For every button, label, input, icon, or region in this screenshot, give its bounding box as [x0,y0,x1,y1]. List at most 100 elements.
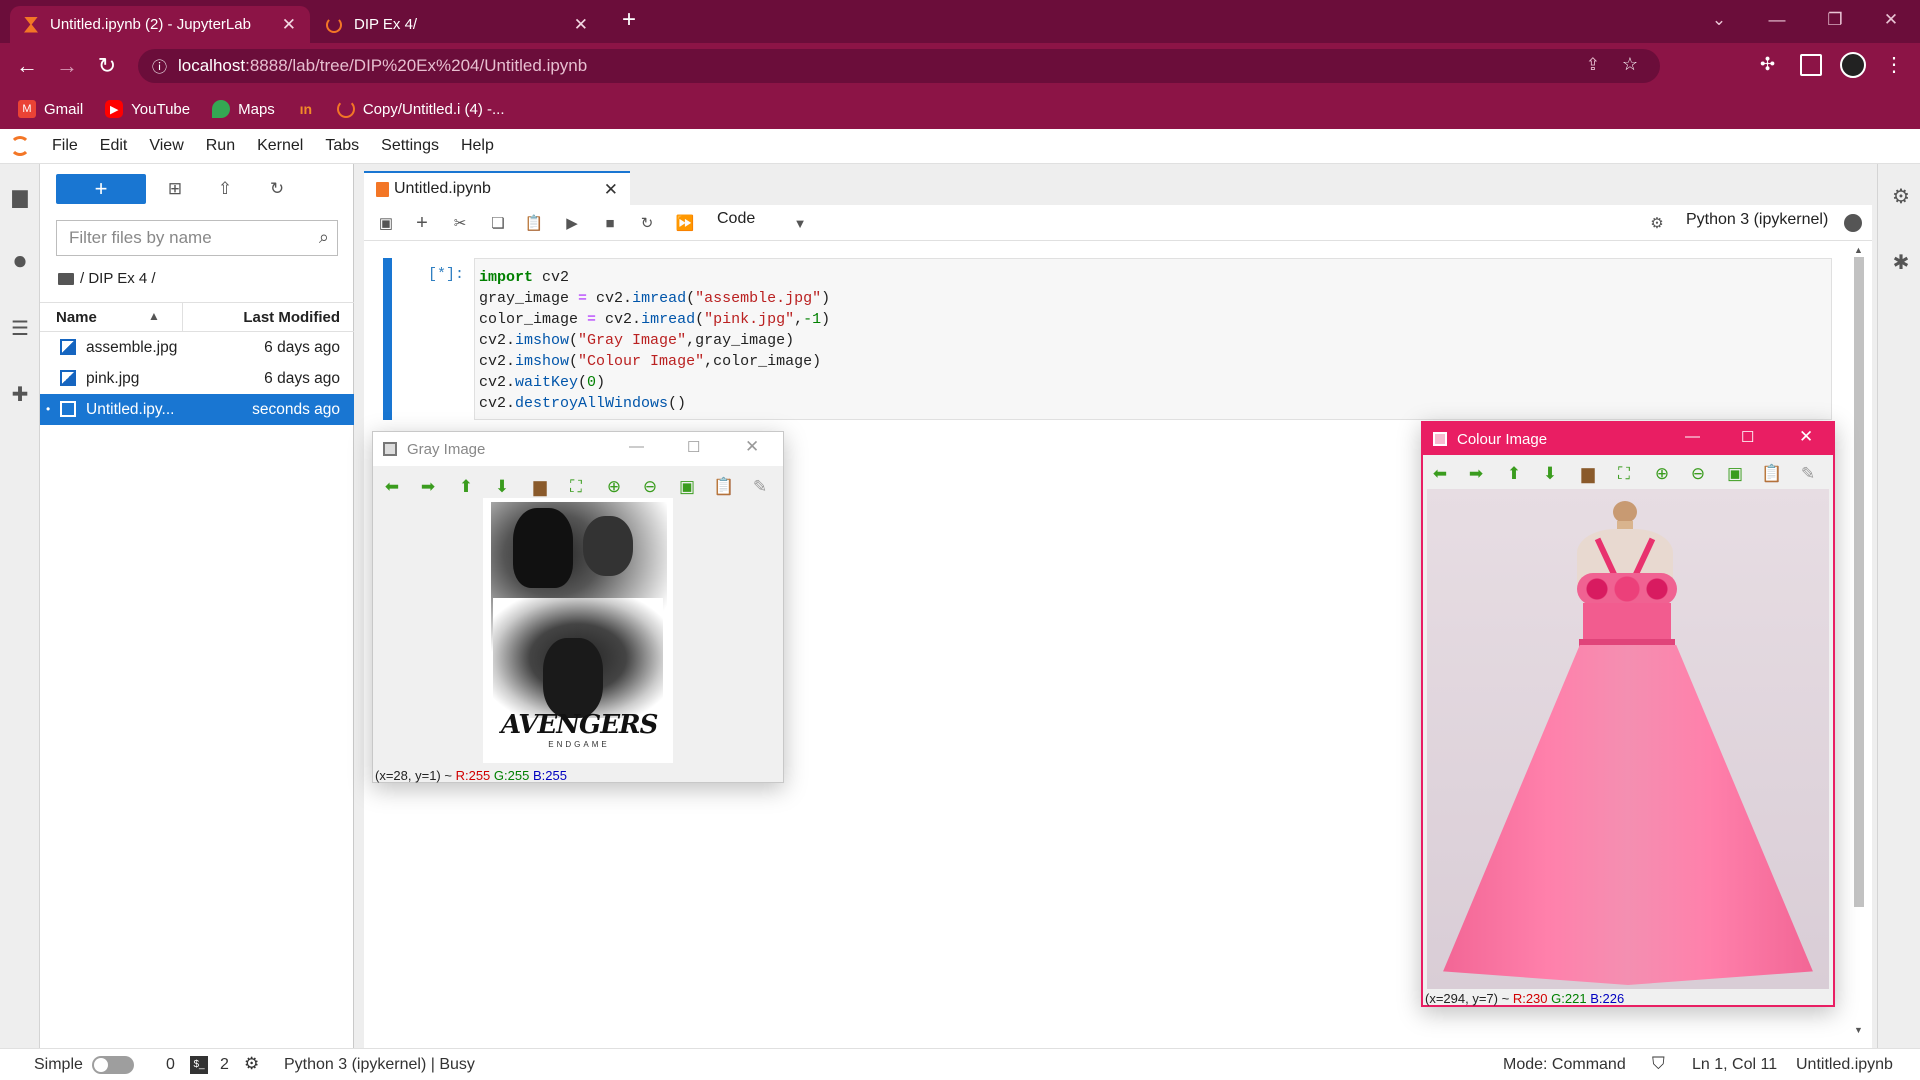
new-tab-button[interactable]: + [622,6,636,34]
refresh-icon[interactable]: ↻ [266,178,288,200]
forward-icon[interactable]: → [52,51,82,81]
zoom-fit-icon[interactable]: ▆ [529,476,551,498]
scroll-up-icon[interactable]: ▲ [1854,245,1863,255]
extension-icon[interactable]: ✚ [8,382,32,406]
minimize-icon[interactable]: — [1685,428,1700,445]
menu-kernel[interactable]: Kernel [257,137,303,155]
menu-dots-icon[interactable]: ⋮ [1884,52,1904,77]
pan-down-icon[interactable]: ⬇ [491,476,513,498]
extensions-icon[interactable]: ✣ [1760,54,1782,76]
toc-icon[interactable]: ☰ [8,316,32,340]
kernel-gear-icon[interactable]: ⚙ [244,1054,259,1074]
tab-jupyterlab[interactable]: Untitled.ipynb (2) - JupyterLab ✕ [10,6,310,43]
zoom-in-icon[interactable]: ⊕ [1651,463,1673,485]
close-icon[interactable]: ✕ [574,15,588,35]
properties-icon[interactable]: ✎ [749,476,771,498]
pan-right-icon[interactable]: ➡ [417,476,439,498]
pan-up-icon[interactable]: ⬆ [1503,463,1525,485]
add-cell-icon[interactable]: + [412,212,432,234]
debugger-icon[interactable]: ✱ [1889,250,1913,274]
folder-icon[interactable]: ▆ [8,184,32,208]
bookmark-gmail[interactable]: M Gmail [18,100,83,118]
restart-run-all-icon[interactable]: ⏩ [675,213,695,233]
menu-help[interactable]: Help [461,137,494,155]
tab-search-icon[interactable]: ⌄ [1690,0,1748,40]
zoom-original-icon[interactable]: ⛶ [565,476,587,498]
bookmark-maps[interactable]: Maps [212,100,275,118]
new-folder-icon[interactable]: ⊞ [164,178,186,200]
copy-clipboard-icon[interactable]: 📋 [1761,463,1783,485]
profile-avatar[interactable] [1840,52,1866,78]
share-icon[interactable]: ⇪ [1586,55,1600,75]
zoom-original-icon[interactable]: ⛶ [1613,463,1635,485]
stop-icon[interactable]: ■ [600,213,620,233]
notebook-scrollbar[interactable]: ▲ ▼ [1852,245,1866,1045]
site-info-icon[interactable]: ⓘ [152,56,167,77]
menu-tabs[interactable]: Tabs [325,137,359,155]
scroll-down-icon[interactable]: ▼ [1854,1025,1863,1035]
new-launcher-button[interactable]: + [56,174,146,204]
property-inspector-icon[interactable]: ⚙ [1889,184,1913,208]
save-icon[interactable]: ▣ [676,476,698,498]
file-row-selected[interactable]: • Untitled.ipy... seconds ago [40,394,354,425]
minimize-icon[interactable]: — [1748,0,1806,40]
close-icon[interactable]: ✕ [745,437,759,457]
running-icon[interactable]: ⏺ [8,248,32,275]
copy-clipboard-icon[interactable]: 📋 [713,476,735,498]
cursor-position[interactable]: Ln 1, Col 11 [1692,1056,1777,1074]
bookmark-star-icon[interactable]: ☆ [1622,54,1638,75]
file-row[interactable]: assemble.jpg 6 days ago [40,332,354,363]
code-editor[interactable]: import cv2 gray_image = cv2.imread("assem… [474,258,1832,420]
menu-edit[interactable]: Edit [100,137,128,155]
bookmark-in[interactable]: ın [297,100,315,118]
column-last-modified[interactable]: Last Modified [243,309,340,326]
close-icon[interactable]: ✕ [282,15,296,35]
save-icon[interactable]: ▣ [1724,463,1746,485]
pan-down-icon[interactable]: ⬇ [1539,463,1561,485]
scrollbar-thumb[interactable] [1854,257,1864,907]
colour-image-canvas[interactable] [1427,489,1829,989]
shield-icon[interactable]: ⛉ [1652,1054,1665,1074]
properties-icon[interactable]: ✎ [1797,463,1819,485]
column-name[interactable]: Name [56,309,97,326]
close-window-icon[interactable]: ✕ [1862,0,1920,40]
filter-files-input[interactable]: Filter files by name ⌕ [56,220,338,256]
paste-icon[interactable]: 📋 [524,213,544,233]
zoom-out-icon[interactable]: ⊖ [1687,463,1709,485]
tab-dip-ex4[interactable]: DIP Ex 4/ ✕ [312,6,602,43]
bookmark-youtube[interactable]: ▶ YouTube [105,100,190,118]
breadcrumb[interactable]: / DIP Ex 4 / [58,270,156,287]
cut-icon[interactable]: ✂ [450,213,470,233]
restore-icon[interactable]: ❐ [1806,0,1864,40]
simple-mode-toggle[interactable] [92,1056,134,1074]
address-bar[interactable]: ⓘ localhost:8888/lab/tree/DIP%20Ex%204/U… [138,49,1660,83]
save-icon[interactable]: ▣ [376,213,396,233]
zoom-fit-icon[interactable]: ▆ [1577,463,1599,485]
menu-run[interactable]: Run [206,137,235,155]
upload-icon[interactable]: ⇧ [214,178,236,200]
menu-file[interactable]: File [52,137,78,155]
pan-left-icon[interactable]: ⬅ [381,476,403,498]
side-panel-icon[interactable] [1800,54,1822,76]
pan-right-icon[interactable]: ➡ [1465,463,1487,485]
menu-view[interactable]: View [149,137,183,155]
colour-window-titlebar[interactable]: Colour Image — ☐ ✕ [1423,423,1833,455]
back-icon[interactable]: ← [12,51,42,81]
close-icon[interactable]: ✕ [1799,427,1813,447]
maximize-icon[interactable]: ☐ [687,438,700,456]
pan-left-icon[interactable]: ⬅ [1429,463,1451,485]
gray-image-canvas[interactable]: AVENGERS ENDGAME [483,498,673,763]
chevron-down-icon[interactable]: ▼ [790,213,810,233]
minimize-icon[interactable]: — [629,438,644,455]
zoom-in-icon[interactable]: ⊕ [603,476,625,498]
gray-window-titlebar[interactable]: Gray Image — ☐ ✕ [373,432,783,466]
bookmark-copy-untitled[interactable]: Copy/Untitled.i (4) -... [336,100,505,118]
debugger-icon[interactable]: ⚙ [1647,213,1667,233]
menu-settings[interactable]: Settings [381,137,439,155]
kernel-name[interactable]: Python 3 (ipykernel) [1686,211,1828,229]
zoom-out-icon[interactable]: ⊖ [639,476,661,498]
close-icon[interactable]: ✕ [604,180,618,200]
copy-icon[interactable]: ❏ [488,213,508,233]
restart-icon[interactable]: ↻ [637,213,657,233]
file-row[interactable]: pink.jpg 6 days ago [40,363,354,394]
